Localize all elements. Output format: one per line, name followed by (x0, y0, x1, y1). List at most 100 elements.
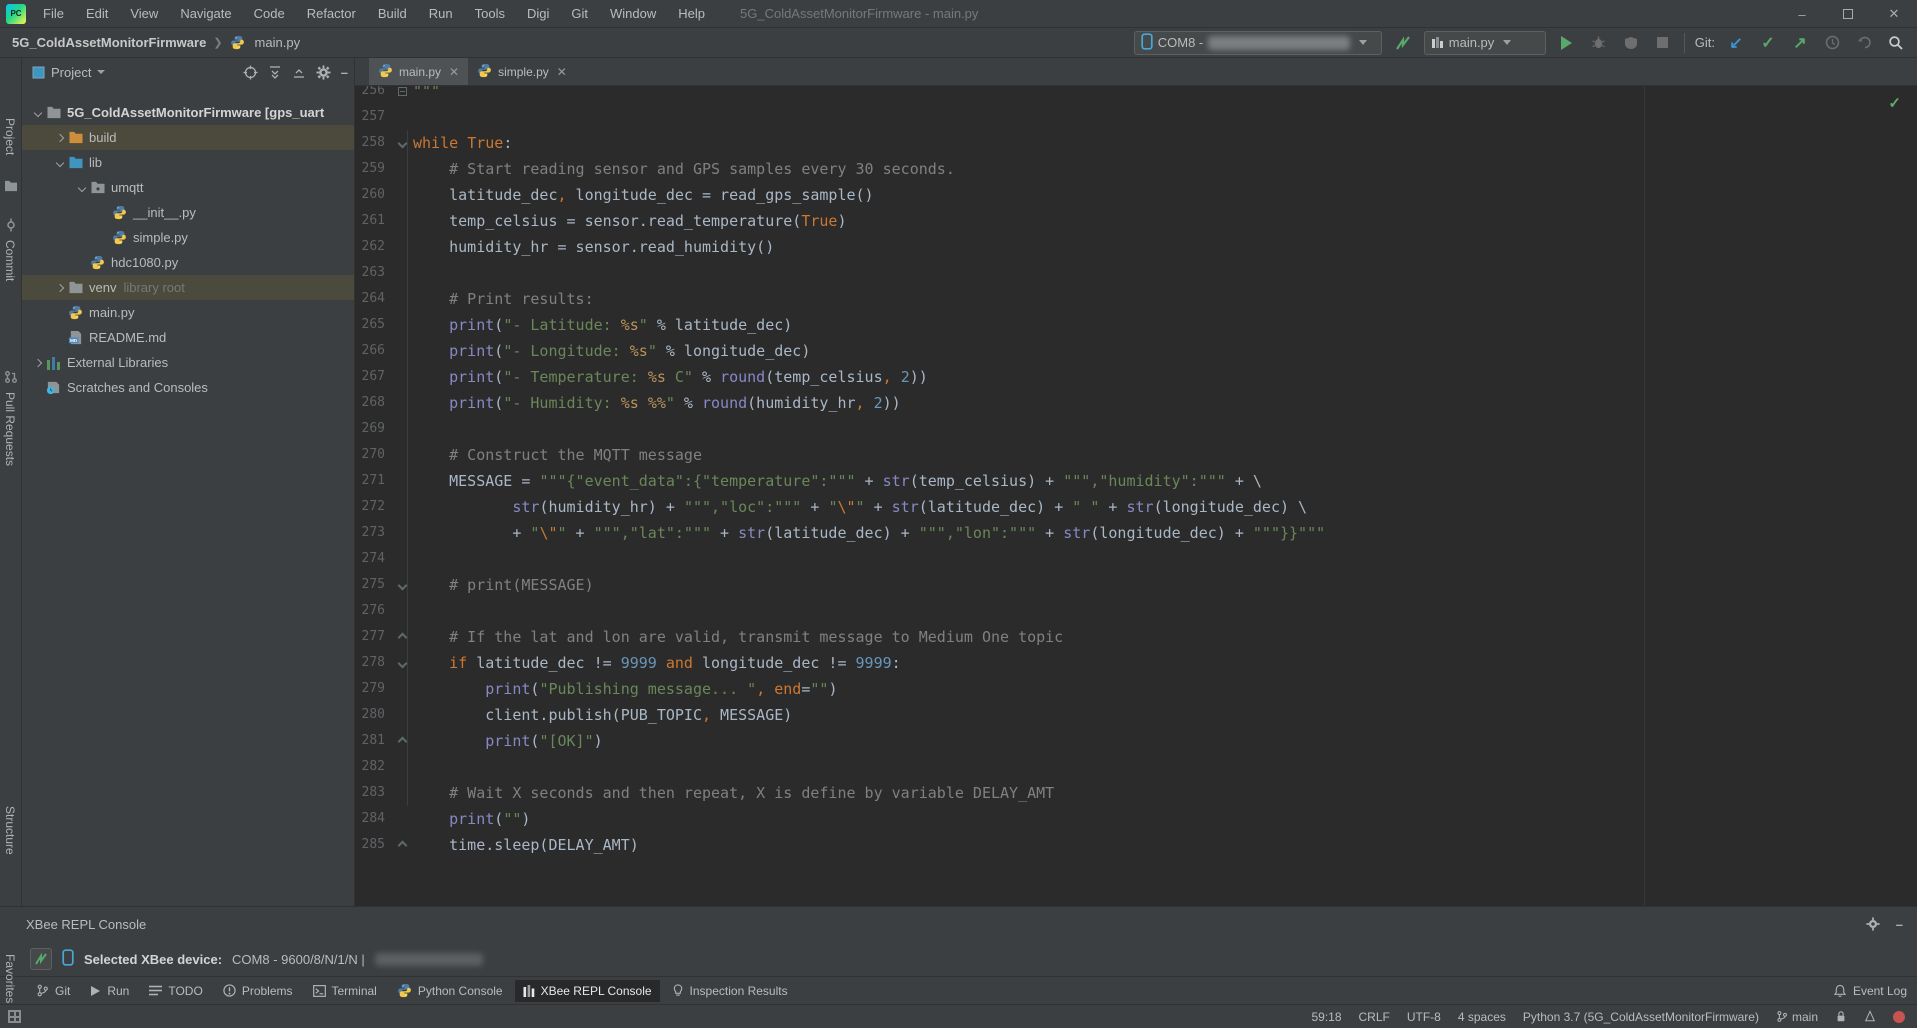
tool-window-run[interactable]: Run (82, 980, 137, 1002)
chevron-right-icon[interactable] (52, 285, 68, 291)
line-number[interactable]: 256 (355, 86, 385, 104)
indent-style[interactable]: 4 spaces (1458, 1010, 1506, 1024)
gear-icon[interactable] (1866, 917, 1880, 931)
chevron-down-icon[interactable] (52, 160, 68, 166)
code-line-279[interactable]: 279 print("Publishing message... ", end=… (355, 676, 1917, 702)
menu-code[interactable]: Code (245, 2, 294, 25)
code-line-276[interactable]: 276 (355, 598, 1917, 624)
line-number[interactable]: 262 (355, 234, 385, 260)
line-number[interactable]: 269 (355, 416, 385, 442)
line-number[interactable]: 275 (355, 572, 385, 598)
tool-window-git[interactable]: Git (28, 980, 78, 1002)
line-number[interactable]: 264 (355, 286, 385, 312)
fold-marker-icon[interactable] (393, 572, 411, 598)
fold-marker-icon[interactable] (393, 86, 411, 104)
python-interpreter[interactable]: Python 3.7 (5G_ColdAssetMonitorFirmware) (1523, 1010, 1759, 1024)
tool-window-toggle-icon[interactable] (8, 1010, 21, 1023)
code-line-281[interactable]: 281 print("[OK]") (355, 728, 1917, 754)
menu-refactor[interactable]: Refactor (298, 2, 365, 25)
breadcrumb-file[interactable]: main.py (255, 35, 301, 50)
highlighting-level-icon[interactable] (1864, 1010, 1876, 1023)
chevron-right-icon[interactable] (52, 135, 68, 141)
line-number[interactable]: 261 (355, 208, 385, 234)
gear-icon[interactable] (316, 65, 331, 80)
chevron-down-icon[interactable] (74, 185, 90, 191)
code-line-267[interactable]: 267 print("- Temperature: %s C" % round(… (355, 364, 1917, 390)
line-number[interactable]: 266 (355, 338, 385, 364)
code-line-258[interactable]: 258while True: (355, 130, 1917, 156)
line-separator[interactable]: CRLF (1359, 1010, 1390, 1024)
git-branch[interactable]: main (1776, 1010, 1818, 1024)
tree-item-5g-coldassetmonitorfirmware-gps-uart[interactable]: 5G_ColdAssetMonitorFirmware [gps_uart (22, 100, 354, 125)
menu-help[interactable]: Help (669, 2, 714, 25)
line-number[interactable]: 268 (355, 390, 385, 416)
line-number[interactable]: 267 (355, 364, 385, 390)
pull-requests-icon[interactable] (4, 370, 18, 387)
close-icon[interactable]: ✕ (1871, 0, 1917, 28)
menu-navigate[interactable]: Navigate (171, 2, 240, 25)
connection-status-icon[interactable] (30, 948, 52, 970)
folder-mini-icon[interactable] (4, 180, 18, 195)
stripe-commit[interactable]: Commit (3, 240, 17, 281)
tree-item-umqtt[interactable]: umqtt (22, 175, 354, 200)
code-line-265[interactable]: 265 print("- Latitude: %s" % latitude_de… (355, 312, 1917, 338)
commit-icon[interactable] (4, 218, 18, 235)
line-number[interactable]: 276 (355, 598, 385, 624)
fold-marker-icon[interactable] (393, 624, 411, 650)
menu-run[interactable]: Run (420, 2, 462, 25)
fold-marker-icon[interactable] (393, 650, 411, 676)
line-number[interactable]: 259 (355, 156, 385, 182)
tool-window-python-console[interactable]: Python Console (389, 980, 511, 1002)
code-line-262[interactable]: 262 humidity_hr = sensor.read_humidity() (355, 234, 1917, 260)
close-tab-icon[interactable]: ✕ (449, 65, 459, 79)
code-line-268[interactable]: 268 print("- Humidity: %s %%" % round(hu… (355, 390, 1917, 416)
code-line-284[interactable]: 284 print("") (355, 806, 1917, 832)
tool-window-inspection-results[interactable]: Inspection Results (664, 980, 796, 1002)
line-number[interactable]: 274 (355, 546, 385, 572)
chevron-right-icon[interactable] (30, 360, 46, 366)
hide-console-icon[interactable]: – (1896, 917, 1903, 932)
line-number[interactable]: 279 (355, 676, 385, 702)
tree-item-init-py[interactable]: __init__.py (22, 200, 354, 225)
line-number[interactable]: 273 (355, 520, 385, 546)
editor-tab-simple-py[interactable]: simple.py✕ (468, 58, 576, 85)
tool-window-xbee-repl-console[interactable]: XBee REPL Console (515, 980, 660, 1002)
menu-window[interactable]: Window (601, 2, 665, 25)
menu-digi[interactable]: Digi (518, 2, 558, 25)
code-line-261[interactable]: 261 temp_celsius = sensor.read_temperatu… (355, 208, 1917, 234)
lock-icon[interactable] (1835, 1010, 1847, 1023)
code-line-271[interactable]: 271 MESSAGE = """{"event_data":{"tempera… (355, 468, 1917, 494)
code-line-270[interactable]: 270 # Construct the MQTT message (355, 442, 1917, 468)
tree-item-scratches-and-consoles[interactable]: Scratches and Consoles (22, 375, 354, 400)
line-number[interactable]: 272 (355, 494, 385, 520)
tree-item-simple-py[interactable]: simple.py (22, 225, 354, 250)
chevron-down-icon[interactable] (30, 110, 46, 116)
xbee-connect-icon[interactable] (1392, 32, 1414, 54)
project-view-selector[interactable]: Project (51, 65, 91, 80)
line-number[interactable]: 277 (355, 624, 385, 650)
history-icon[interactable] (1821, 32, 1843, 54)
event-log-button[interactable]: Event Log (1833, 984, 1907, 998)
git-update-icon[interactable]: ↙ (1725, 32, 1747, 54)
code-line-264[interactable]: 264 # Print results: (355, 286, 1917, 312)
code-line-285[interactable]: 285 time.sleep(DELAY_AMT) (355, 832, 1917, 858)
breadcrumb-project[interactable]: 5G_ColdAssetMonitorFirmware (12, 35, 206, 50)
code-line-275[interactable]: 275 # print(MESSAGE) (355, 572, 1917, 598)
line-number[interactable]: 263 (355, 260, 385, 286)
tree-item-build[interactable]: build (22, 125, 354, 150)
code-line-272[interactable]: 272 str(humidity_hr) + ""","loc":""" + "… (355, 494, 1917, 520)
stripe-favorites[interactable]: Favorites (3, 954, 17, 1003)
code-line-269[interactable]: 269 (355, 416, 1917, 442)
menu-tools[interactable]: Tools (466, 2, 514, 25)
tool-window-problems[interactable]: Problems (215, 980, 301, 1002)
fold-marker-icon[interactable] (393, 832, 411, 858)
stop-button[interactable] (1652, 32, 1674, 54)
menu-view[interactable]: View (121, 2, 167, 25)
hide-panel-icon[interactable]: – (341, 65, 348, 80)
code-line-257[interactable]: 257 (355, 104, 1917, 130)
tree-item-readme-md[interactable]: MDREADME.md (22, 325, 354, 350)
code-line-278[interactable]: 278 if latitude_dec != 9999 and longitud… (355, 650, 1917, 676)
line-number[interactable]: 281 (355, 728, 385, 754)
code-editor[interactable]: 256"""257258while True:259 # Start readi… (355, 86, 1917, 906)
editor-tab-main-py[interactable]: main.py✕ (369, 58, 468, 85)
